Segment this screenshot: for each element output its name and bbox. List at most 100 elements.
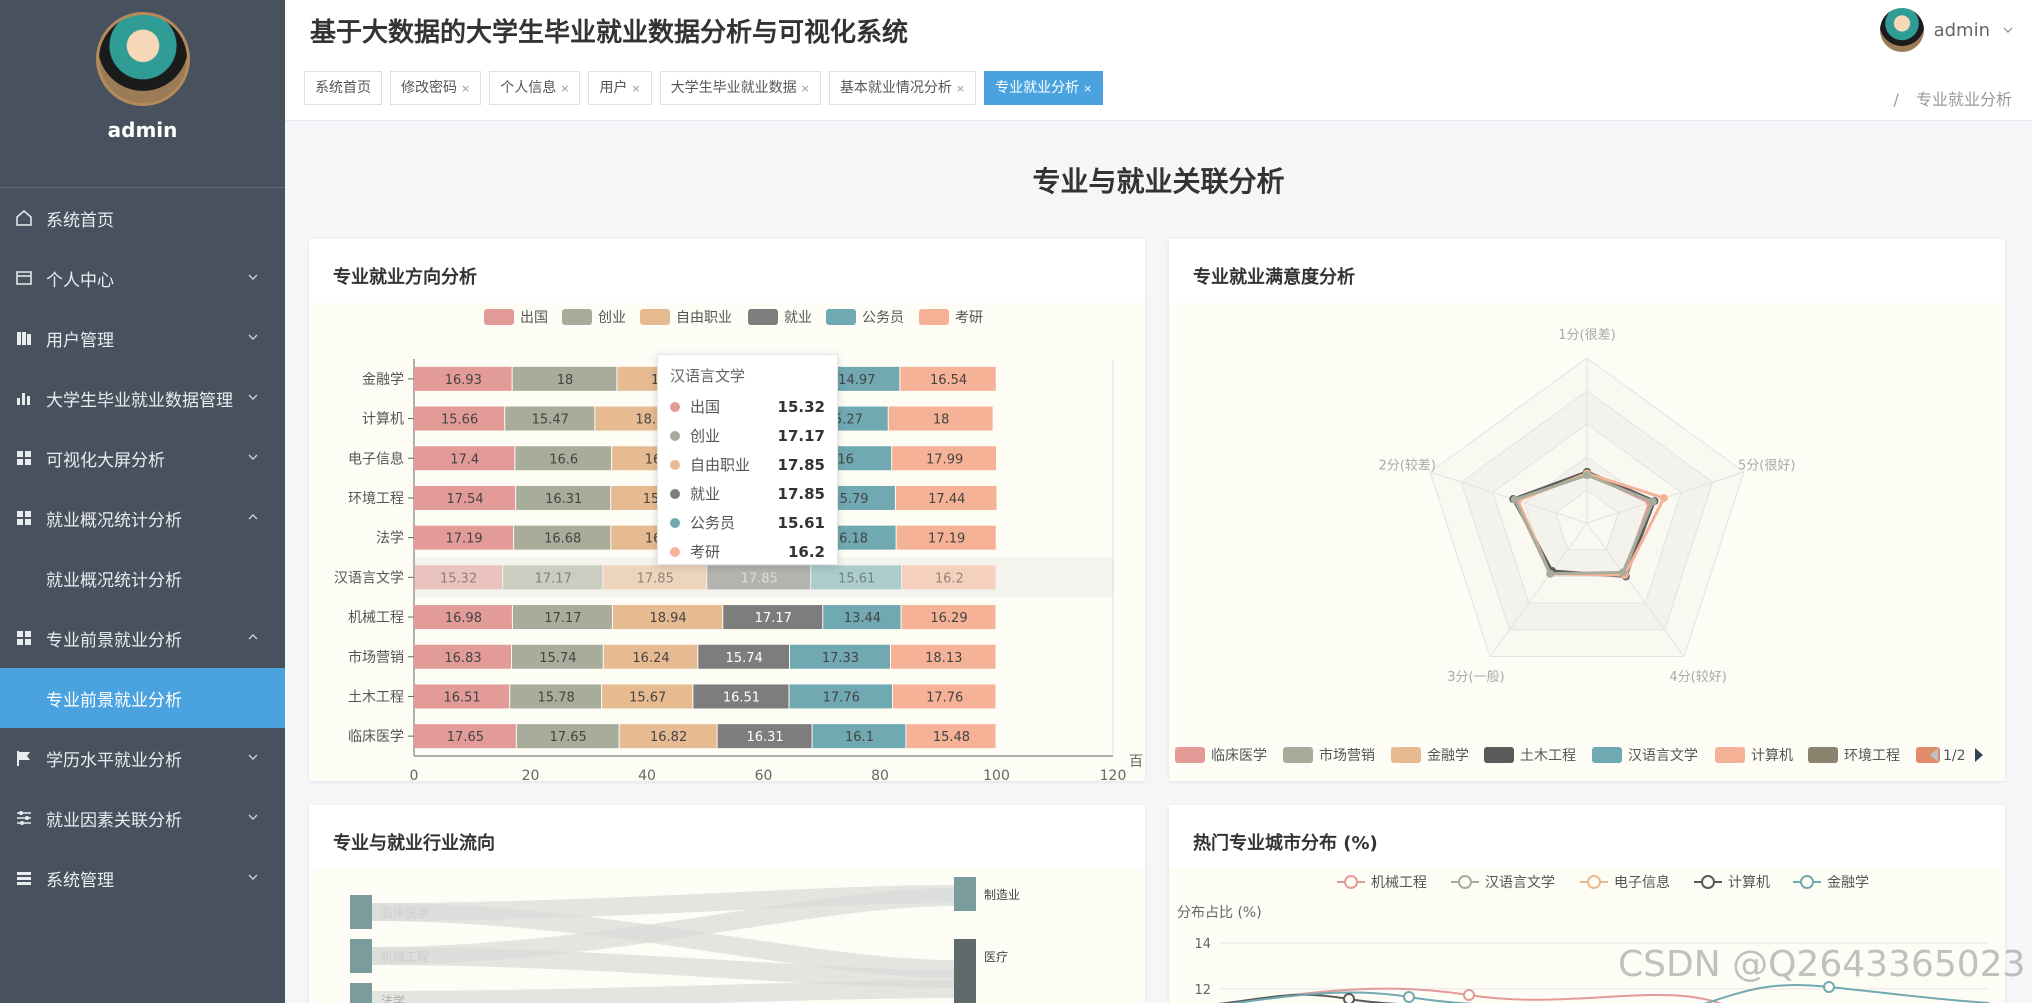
series-line[interactable] bbox=[1689, 984, 1990, 1003]
legend-swatch[interactable] bbox=[1391, 747, 1421, 763]
legend-label[interactable]: 电子信息 bbox=[1614, 874, 1670, 891]
flow-node-right[interactable] bbox=[954, 877, 976, 911]
bar-data-label: 14.97 bbox=[838, 373, 875, 388]
legend-label[interactable]: 计算机 bbox=[1728, 875, 1770, 891]
legend-label[interactable]: 环境工程 bbox=[1844, 748, 1900, 764]
close-icon[interactable]: × bbox=[1083, 82, 1092, 95]
legend-swatch[interactable] bbox=[826, 309, 856, 325]
menu-item-personal[interactable]: 个人中心 bbox=[0, 248, 285, 308]
chevron-down-icon[interactable] bbox=[2002, 24, 2014, 36]
legend-label[interactable]: 汉语言文学 bbox=[1485, 875, 1555, 891]
next-page-icon[interactable] bbox=[1975, 748, 1983, 762]
legend-label[interactable]: 计算机 bbox=[1751, 748, 1793, 764]
breadcrumb-current[interactable]: 专业就业分析 bbox=[1916, 90, 2012, 109]
legend-marker[interactable] bbox=[1458, 875, 1472, 889]
close-icon[interactable]: × bbox=[801, 82, 810, 95]
chevron-down-icon bbox=[247, 388, 259, 400]
y-tick-label: 法学 bbox=[376, 531, 404, 547]
chevron-down-icon bbox=[247, 328, 259, 340]
close-icon[interactable]: × bbox=[631, 82, 640, 95]
legend-label[interactable]: 临床医学 bbox=[1211, 748, 1267, 764]
tab-1[interactable]: 修改密码 × bbox=[390, 71, 482, 105]
legend-label[interactable]: 考研 bbox=[955, 310, 983, 326]
legend-swatch[interactable] bbox=[1592, 747, 1622, 763]
user-menu[interactable]: admin bbox=[1879, 8, 2014, 52]
menu-item-factors[interactable]: 就业因素关联分析 bbox=[0, 788, 285, 848]
radar-point[interactable] bbox=[1648, 497, 1657, 506]
series-point[interactable] bbox=[1343, 993, 1355, 1003]
flow-node-left[interactable] bbox=[350, 895, 372, 929]
menu-sub-major[interactable]: 专业前景就业分析 bbox=[0, 668, 285, 728]
close-icon[interactable]: × bbox=[560, 82, 569, 95]
menu-sub-overview[interactable]: 就业概况统计分析 bbox=[0, 548, 285, 608]
legend-label[interactable]: 创业 bbox=[598, 310, 626, 326]
menu-item-major[interactable]: 专业前景就业分析 bbox=[0, 608, 285, 668]
menu-item-system[interactable]: 系统管理 bbox=[0, 848, 285, 908]
tab-5[interactable]: 基本就业情况分析 × bbox=[828, 71, 977, 105]
legend-swatch[interactable] bbox=[748, 309, 778, 325]
menu-item-home[interactable]: 系统首页 bbox=[0, 188, 285, 248]
flow-chart[interactable]: 临床医学机械工程法学制造业医疗 bbox=[309, 869, 1145, 1003]
close-icon[interactable]: × bbox=[461, 82, 470, 95]
flow-node-left[interactable] bbox=[350, 983, 372, 1003]
legend-swatch[interactable] bbox=[1484, 747, 1514, 763]
user-name[interactable]: admin bbox=[1934, 20, 1990, 41]
legend-swatch[interactable] bbox=[1175, 747, 1205, 763]
legend-marker[interactable] bbox=[1344, 875, 1358, 889]
radar-point[interactable] bbox=[1546, 569, 1555, 578]
legend-swatch[interactable] bbox=[1715, 747, 1745, 763]
sidebar: admin 系统首页 个人中心 用户管理 大学生毕业就业数据管理 可视化大屏分析 就业概况… bbox=[0, 0, 285, 1003]
tab-6[interactable]: 专业就业分析 × bbox=[984, 71, 1104, 105]
tab-0[interactable]: 系统首页 bbox=[304, 71, 382, 105]
avatar[interactable] bbox=[95, 12, 190, 106]
flow-node-left[interactable] bbox=[350, 939, 372, 973]
legend-label[interactable]: 机械工程 bbox=[1371, 875, 1427, 891]
radar-point[interactable] bbox=[1510, 495, 1519, 504]
legend-marker[interactable] bbox=[1587, 875, 1601, 889]
legend-label[interactable]: 汉语言文学 bbox=[1628, 748, 1698, 764]
grid-icon bbox=[14, 508, 34, 528]
bar-data-label: 18 bbox=[557, 373, 574, 388]
user-avatar[interactable] bbox=[1879, 8, 1924, 52]
flow-link[interactable] bbox=[371, 980, 955, 1003]
legend-swatch[interactable] bbox=[484, 309, 514, 325]
legend-swatch[interactable] bbox=[1283, 747, 1313, 763]
legend-swatch[interactable] bbox=[640, 309, 670, 325]
menu-item-degree[interactable]: 学历水平就业分析 bbox=[0, 728, 285, 788]
menu-item-data[interactable]: 大学生毕业就业数据管理 bbox=[0, 368, 285, 428]
legend-swatch[interactable] bbox=[562, 309, 592, 325]
chevron-down-icon bbox=[247, 268, 259, 280]
legend-swatch[interactable] bbox=[1808, 747, 1838, 763]
menu-item-users[interactable]: 用户管理 bbox=[0, 308, 285, 368]
x-tick-label: 0 bbox=[410, 768, 419, 781]
legend-label[interactable]: 土木工程 bbox=[1520, 748, 1576, 764]
legend-label[interactable]: 金融学 bbox=[1827, 875, 1869, 891]
satisfaction-chart[interactable]: 1分(很差) 5分(很好) 4分(较好) 3分(一般) 2分(较差) 临床医学 市场营销 金融… bbox=[1169, 303, 2005, 781]
menu-item-screen[interactable]: 可视化大屏分析 bbox=[0, 428, 285, 488]
legend-label[interactable]: 金融学 bbox=[1427, 748, 1469, 764]
tab-3[interactable]: 用户 × bbox=[588, 71, 652, 105]
bar-data-label: 13.44 bbox=[844, 611, 881, 626]
close-icon[interactable]: × bbox=[956, 82, 965, 95]
watermark: CSDN @Q2643365023 bbox=[1618, 944, 2026, 985]
bar-data-label: 16.1 bbox=[845, 730, 874, 745]
series-point[interactable] bbox=[1463, 989, 1475, 1001]
legend-marker[interactable] bbox=[1800, 875, 1814, 889]
legend-label[interactable]: 公务员 bbox=[862, 310, 904, 326]
menu-item-overview[interactable]: 就业概况统计分析 bbox=[0, 488, 285, 548]
radar-point[interactable] bbox=[1583, 471, 1591, 480]
radar-point[interactable] bbox=[1659, 494, 1668, 503]
legend-label[interactable]: 出国 bbox=[520, 310, 548, 326]
legend-label[interactable]: 就业 bbox=[784, 310, 812, 326]
tab-4[interactable]: 大学生毕业就业数据 × bbox=[659, 71, 821, 105]
y-axis-title: 分布占比 (%) bbox=[1177, 905, 1262, 921]
tab-2[interactable]: 个人信息 × bbox=[489, 71, 581, 105]
legend-label[interactable]: 市场营销 bbox=[1319, 747, 1375, 764]
series-dot-icon bbox=[670, 488, 680, 499]
legend-swatch[interactable] bbox=[919, 309, 949, 325]
radar-point[interactable] bbox=[1618, 568, 1627, 577]
legend-marker[interactable] bbox=[1701, 875, 1715, 889]
legend-label[interactable]: 自由职业 bbox=[676, 310, 732, 326]
series-point[interactable] bbox=[1403, 991, 1415, 1003]
flow-node-right[interactable] bbox=[954, 939, 976, 1003]
